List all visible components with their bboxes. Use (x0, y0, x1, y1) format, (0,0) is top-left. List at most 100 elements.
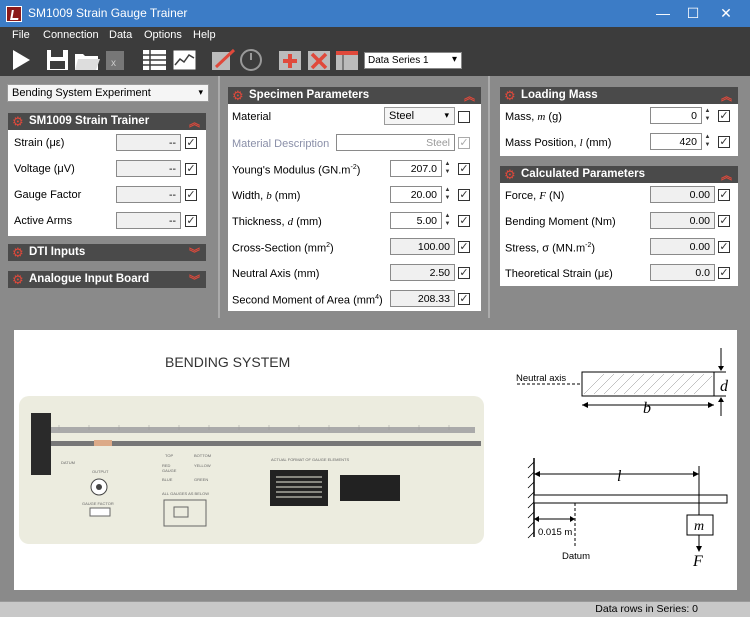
mass-position-spinner[interactable]: ▲ ▼ (703, 133, 712, 150)
menu-file[interactable]: File (12, 29, 30, 41)
photo-actual-format-label: ACTUAL FORMAT OF GAUGE ELEMENTS (271, 457, 349, 462)
width-field[interactable]: 20.00 (390, 186, 442, 203)
diagram-heading: BENDING SYSTEM (165, 354, 290, 370)
cross-section-checkbox[interactable]: ✓ (458, 241, 470, 253)
width-spinner[interactable]: ▲ ▼ (443, 186, 452, 203)
theoretical-strain-checkbox[interactable]: ✓ (718, 267, 730, 279)
thickness-checkbox[interactable]: ✓ (458, 215, 470, 227)
thickness-spinner[interactable]: ▲ ▼ (443, 212, 452, 229)
gear-icon: ⚙ (12, 245, 24, 260)
delete-row-icon[interactable] (306, 47, 333, 73)
stress-label: Stress, σ (MN.m-2) (505, 242, 596, 255)
material-select[interactable]: Steel ▾ (384, 107, 455, 125)
mass-position-field[interactable]: 420 (650, 133, 702, 150)
material-value: Steel (389, 110, 415, 122)
cross-section-value: 100.00 (390, 238, 455, 255)
width-label: Width, b (mm) (232, 190, 301, 202)
width-checkbox[interactable]: ✓ (458, 189, 470, 201)
calculated-header[interactable]: ⚙ Calculated Parameters ︽ (500, 166, 738, 183)
experiment-select[interactable]: Bending System Experiment ▾ (7, 84, 209, 102)
active-arms-label: Active Arms (14, 215, 73, 227)
m-label: m (694, 519, 704, 534)
wall-hatch (527, 461, 535, 539)
close-button[interactable]: ✕ (703, 0, 749, 27)
second-moment-checkbox[interactable]: ✓ (458, 293, 470, 305)
theoretical-strain-value: 0.0 (650, 264, 715, 281)
theoretical-strain-label: Theoretical Strain (με) (505, 268, 613, 280)
mass-position-checkbox[interactable]: ✓ (718, 136, 730, 148)
table-icon[interactable] (141, 47, 168, 73)
play-icon[interactable] (8, 47, 35, 73)
chevron-up-icon[interactable]: ︽ (721, 88, 732, 104)
add-row-icon[interactable] (277, 47, 304, 73)
gear-icon: ⚙ (232, 88, 244, 103)
photo-gauge-factor-label: GAUGE FACTOR (82, 501, 114, 506)
clamp-block (31, 413, 51, 475)
gauge-factor-value: -- (116, 186, 181, 203)
loading-mass-header[interactable]: ⚙ Loading Mass ︽ (500, 87, 738, 104)
youngs-modulus-spinner[interactable]: ▲ ▼ (443, 160, 452, 177)
active-arms-value: -- (116, 212, 181, 229)
chevron-down-icon[interactable]: ︾ (189, 272, 200, 288)
beam-in-photo (51, 441, 481, 446)
strain-checkbox[interactable]: ✓ (185, 137, 197, 149)
mass-spinner[interactable]: ▲ ▼ (703, 107, 712, 124)
youngs-modulus-field[interactable]: 207.0 (390, 160, 442, 177)
material-checkbox[interactable] (458, 111, 470, 123)
menu-help[interactable]: Help (193, 29, 216, 41)
force-checkbox[interactable]: ✓ (718, 189, 730, 201)
open-folder-icon[interactable] (73, 47, 100, 73)
F-label: F (692, 553, 703, 570)
strain-value: -- (116, 134, 181, 151)
analogue-input-header[interactable]: ⚙ Analogue Input Board ︾ (8, 271, 206, 288)
gear-icon: ⚙ (12, 272, 24, 287)
voltage-checkbox[interactable]: ✓ (185, 163, 197, 175)
l-label: l (617, 468, 622, 485)
d-label: d (720, 378, 729, 395)
chevron-up-icon[interactable]: ︽ (721, 167, 732, 183)
photo-bottom-label: BOTTOM (194, 453, 211, 458)
loading-mass-title: Loading Mass (521, 89, 598, 101)
active-arms-checkbox[interactable]: ✓ (185, 215, 197, 227)
menu-connection[interactable]: Connection (43, 29, 99, 41)
trainer-header[interactable]: ⚙ SM1009 Strain Trainer ︽ (8, 113, 206, 130)
save-icon[interactable] (44, 47, 71, 73)
menu-data[interactable]: Data (109, 29, 132, 41)
voltage-value: -- (116, 160, 181, 177)
photo-top-label: TOP (165, 453, 173, 458)
strain-label: Strain (με) (14, 137, 65, 149)
gauge-wires (94, 440, 112, 446)
chevron-up-icon[interactable]: ︽ (189, 114, 200, 130)
clock-icon[interactable] (238, 47, 265, 73)
mass-field[interactable]: 0 (650, 107, 702, 124)
material-description-field[interactable]: Steel (336, 134, 455, 151)
second-moment-value: 208.33 (390, 290, 455, 307)
neutral-axis-checkbox[interactable]: ✓ (458, 267, 470, 279)
menu-options[interactable]: Options (144, 29, 182, 41)
gear-icon: ⚙ (504, 167, 516, 182)
bending-moment-checkbox[interactable]: ✓ (718, 215, 730, 227)
status-text: Data rows in Series: 0 (595, 603, 698, 615)
dti-inputs-header[interactable]: ⚙ DTI Inputs ︾ (8, 244, 206, 261)
gauge-element-right (340, 475, 400, 501)
stress-checkbox[interactable]: ✓ (718, 241, 730, 253)
chevron-up-icon[interactable]: ︽ (464, 88, 475, 104)
trainer-title: SM1009 Strain Trainer (29, 115, 150, 127)
chevron-down-icon[interactable]: ︾ (189, 245, 200, 261)
edit-icon[interactable] (210, 47, 237, 73)
second-moment-label: Second Moment of Area (mm4) (232, 294, 383, 307)
stress-value: 0.00 (650, 238, 715, 255)
clear-table-icon[interactable] (334, 47, 361, 73)
mass-checkbox[interactable]: ✓ (718, 110, 730, 122)
mass-label: Mass, m (g) (505, 111, 562, 123)
title-bar: SM1009 Strain Gauge Trainer — ☐ ✕ (0, 0, 750, 27)
chevron-down-icon: ▾ (451, 54, 457, 65)
chart-icon[interactable] (171, 47, 198, 73)
gauge-factor-checkbox[interactable]: ✓ (185, 189, 197, 201)
export-icon[interactable]: x (102, 47, 129, 73)
thickness-field[interactable]: 5.00 (390, 212, 442, 229)
calculated-title: Calculated Parameters (521, 168, 646, 180)
youngs-modulus-checkbox[interactable]: ✓ (458, 163, 470, 175)
specimen-header[interactable]: ⚙ Specimen Parameters ︽ (228, 87, 481, 104)
data-series-select[interactable]: Data Series 1 ▾ (364, 52, 462, 69)
